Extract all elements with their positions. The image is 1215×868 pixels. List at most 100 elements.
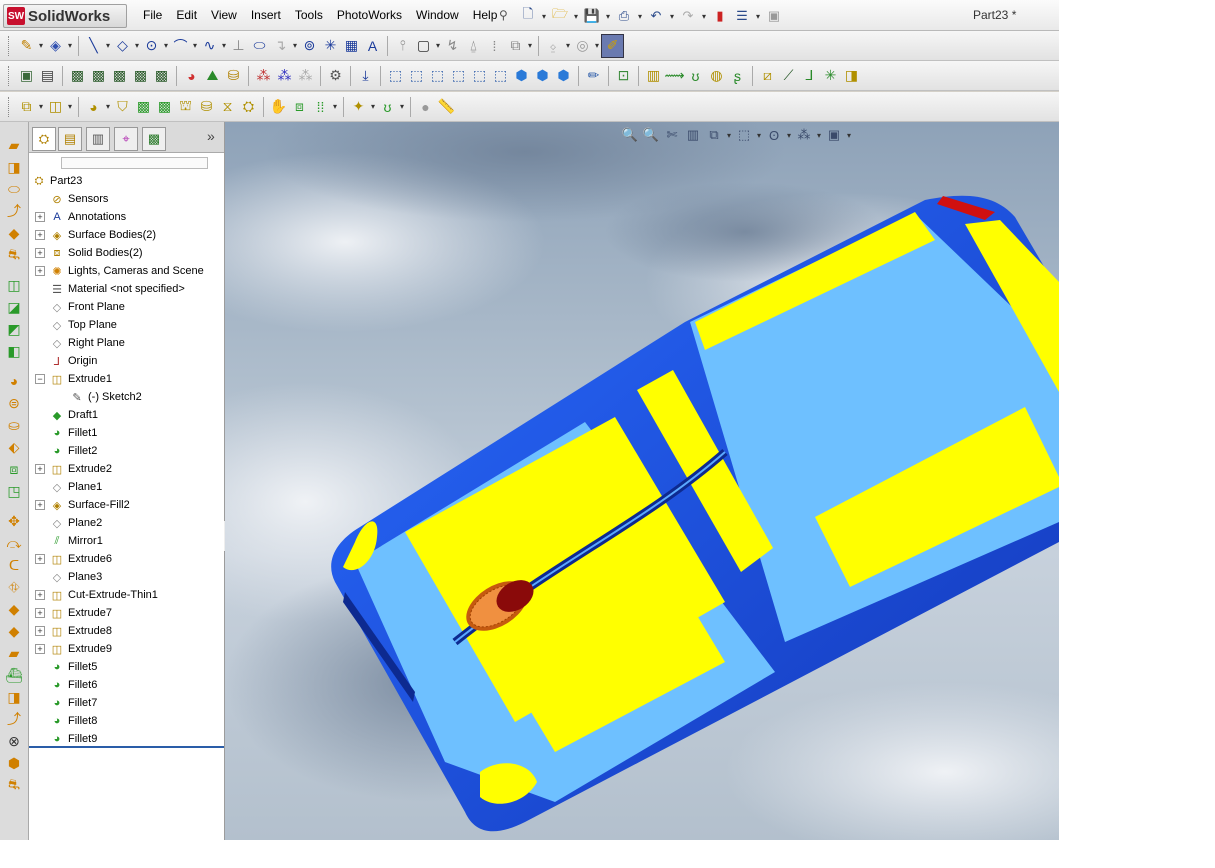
hide-show-items-icon[interactable]: ʘ (764, 125, 784, 145)
file-properties-icon[interactable]: ☰ (732, 6, 752, 26)
options-icon[interactable]: ⚙ (325, 65, 346, 87)
indent-icon[interactable]: ᑕ (0, 554, 28, 576)
chamfer-icon[interactable]: ⛉ (112, 96, 133, 118)
tree-node[interactable]: + ⧈ Solid Bodies(2) (35, 244, 143, 262)
instant3d-icon[interactable]: ● (415, 96, 436, 118)
section-view-icon[interactable]: ▥ (683, 125, 703, 145)
dome-strip-icon[interactable]: ⬖ (0, 436, 28, 458)
expand-icon[interactable]: + (35, 248, 45, 258)
sketch-icon[interactable]: ✎ (16, 35, 37, 57)
projected-curve-icon[interactable]: ◍ (706, 65, 727, 87)
tree-node[interactable]: ⊘ Sensors (49, 190, 108, 208)
render-file-icon[interactable]: ▩ (151, 65, 172, 87)
move-entities-icon[interactable]: ⧉ (505, 35, 526, 57)
expand-icon[interactable]: + (35, 626, 45, 636)
chevron-down-icon[interactable]: ▾ (526, 41, 534, 50)
shell-strip-icon[interactable]: ⧈ (0, 458, 28, 480)
chevron-down-icon[interactable]: ▾ (37, 41, 45, 50)
extruded-cut-icon[interactable]: ◫ (45, 96, 66, 118)
open-folder-icon[interactable]: 🗁 (550, 6, 570, 26)
loft-icon[interactable]: ⤴ (0, 200, 28, 222)
tree-node[interactable]: ◇ Plane1 (49, 478, 103, 496)
deform-icon[interactable]: ✋ (268, 96, 289, 118)
rebuild-icon[interactable]: ▮ (710, 6, 730, 26)
mate-reference-icon[interactable]: ◨ (841, 65, 862, 87)
expand-icon[interactable]: + (35, 608, 45, 618)
chevron-down-icon[interactable]: ▾ (815, 131, 823, 140)
linear-pattern-icon[interactable]: ⁞ (484, 35, 505, 57)
image-icon[interactable]: ▣ (764, 6, 784, 26)
chevron-down-icon[interactable]: ▾ (104, 102, 112, 111)
chevron-down-icon[interactable]: ▾ (668, 12, 676, 21)
chevron-down-icon[interactable]: ▾ (331, 102, 339, 111)
filter-input[interactable] (61, 157, 208, 169)
model-view[interactable] (225, 122, 1059, 840)
reference-axis-icon[interactable]: ⟋ (778, 65, 799, 87)
line-icon[interactable]: ╲ (83, 35, 104, 57)
tree-node[interactable]: + ◫ Cut-Extrude-Thin1 (35, 586, 158, 604)
point-icon[interactable]: ⊚ (299, 35, 320, 57)
render-region-icon[interactable]: ▩ (88, 65, 109, 87)
tab-display-manager[interactable]: ▩ (142, 127, 166, 151)
swept-surface-icon[interactable]: ⤴ (0, 708, 28, 730)
expand-icon[interactable]: + (35, 230, 45, 240)
cut-revolve-icon[interactable]: ◪ (0, 296, 28, 318)
sketch-fillet-icon[interactable]: ⊥ (228, 35, 249, 57)
rapid-sketch-icon[interactable]: ✐ (601, 33, 624, 58)
hole-wizard-icon[interactable]: ⛭ (238, 96, 259, 118)
revolved-surface-icon[interactable]: ◨ (0, 686, 28, 708)
tree-node[interactable]: ◕ Fillet7 (49, 694, 98, 712)
move-body-icon[interactable]: ✥ (0, 510, 28, 532)
cut-sweep-icon[interactable]: ◩ (0, 318, 28, 340)
undo-icon[interactable]: ↶ (646, 6, 666, 26)
tree-node[interactable]: + ◈ Surface Bodies(2) (35, 226, 156, 244)
chevron-down-icon[interactable]: ▾ (434, 41, 442, 50)
scene-icon[interactable]: ⛰ (202, 65, 223, 87)
tree-node[interactable]: ◇ Plane3 (49, 568, 103, 586)
freeform-icon[interactable]: ⛗ (0, 576, 28, 598)
replace-face-icon[interactable]: ⬢ (0, 752, 28, 774)
repair-sketch-icon[interactable]: ◎ (572, 35, 593, 57)
tree-node[interactable]: ◇ Top Plane (49, 316, 117, 334)
tree-node[interactable]: ◕ Fillet8 (49, 712, 98, 730)
expand-icon[interactable]: + (35, 644, 45, 654)
back-view-icon[interactable]: ⬚ (406, 65, 427, 87)
tree-node[interactable]: + ◈ Surface-Fill2 (35, 496, 130, 514)
expand-panel-icon[interactable]: » (207, 128, 215, 144)
chevron-down-icon[interactable]: ▾ (845, 131, 853, 140)
flex-icon[interactable]: ⤼ (0, 532, 28, 554)
pencil-icon[interactable]: ✏ (583, 65, 604, 87)
chevron-down-icon[interactable]: ▾ (66, 41, 74, 50)
centerline-icon[interactable]: ✳ (320, 35, 341, 57)
tab-property-manager[interactable]: ▤ (58, 127, 82, 151)
ellipse-icon[interactable]: ⬭ (249, 35, 270, 57)
expand-icon[interactable]: + (35, 590, 45, 600)
chevron-down-icon[interactable]: ▾ (220, 41, 228, 50)
pattern-icon[interactable]: ⁞⁞ (310, 96, 331, 118)
rib-icon[interactable]: ▩ (133, 96, 154, 118)
bottom-view-icon[interactable]: ⬚ (490, 65, 511, 87)
extruded-surface-icon[interactable]: ⛴ (0, 664, 28, 686)
expand-icon[interactable]: + (35, 266, 45, 276)
print-icon[interactable]: ⎙ (614, 6, 634, 26)
dome-icon[interactable]: ⛁ (196, 96, 217, 118)
chevron-down-icon[interactable]: ▾ (66, 102, 74, 111)
toolbar-grip[interactable] (8, 65, 12, 86)
tree-node[interactable]: ⅃ Origin (49, 352, 97, 370)
display-relations-icon[interactable]: ⍚ (543, 35, 564, 57)
chevron-down-icon[interactable]: ▾ (398, 102, 406, 111)
dimetric-view-icon[interactable]: ⬢ (553, 65, 574, 87)
tab-dimxpert-manager[interactable]: ⌖ (114, 127, 138, 151)
isometric-view-icon[interactable]: ⬢ (511, 65, 532, 87)
chevron-down-icon[interactable]: ▾ (604, 12, 612, 21)
tree-node[interactable]: ◕ Fillet1 (49, 424, 98, 442)
expand-icon[interactable]: + (35, 212, 45, 222)
menu-insert[interactable]: Insert (244, 8, 288, 22)
chevron-down-icon[interactable]: ▾ (700, 12, 708, 21)
fillet-icon[interactable]: ◕ (83, 96, 104, 118)
apply-scene-icon[interactable]: ▣ (824, 125, 844, 145)
chevron-down-icon[interactable]: ▾ (785, 131, 793, 140)
surface-icon[interactable]: ✦ (348, 96, 369, 118)
combine-icon[interactable]: ⧈ (289, 96, 310, 118)
chevron-down-icon[interactable]: ▾ (162, 41, 170, 50)
